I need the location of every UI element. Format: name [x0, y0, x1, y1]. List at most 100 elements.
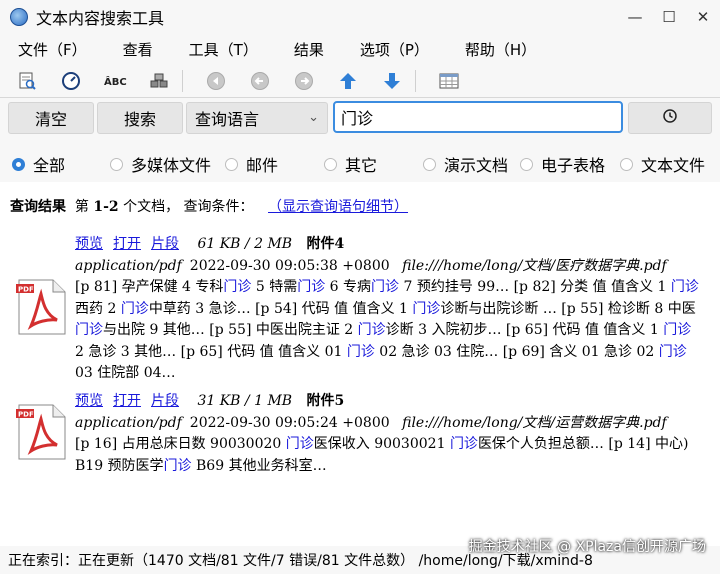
toolbar-separator [415, 69, 416, 92]
radio-icon [423, 157, 436, 171]
close-icon[interactable]: ✕ [686, 0, 720, 34]
gauge-icon[interactable] [54, 66, 88, 96]
filter-text[interactable]: 文本文件 [620, 152, 705, 176]
filter-presentation[interactable]: 演示文档 [423, 152, 508, 176]
arrow-up-icon[interactable] [331, 66, 365, 96]
snippets-link[interactable]: 片段 [151, 393, 179, 409]
radio-icon [324, 157, 337, 171]
radio-selected-icon [12, 157, 25, 171]
radio-icon [110, 157, 123, 171]
file-path: file:///home/long/文档/医疗数据字典.pdf [402, 257, 667, 274]
table-icon[interactable] [432, 66, 466, 96]
mime-type: application/pdf [75, 414, 182, 431]
modified-date: 2022-09-30 09:05:38 +0800 [189, 257, 390, 274]
menu-view[interactable]: 查看 [115, 39, 161, 60]
chevron-down-icon: ⌄ [308, 110, 319, 125]
result-links: 预览 打开 片段 61 KB / 2 MB 附件4 [75, 234, 704, 256]
highlighted-term: 门诊 [163, 457, 192, 474]
query-language-label: 查询语言 [195, 110, 260, 129]
open-link[interactable]: 打开 [113, 393, 141, 409]
file-size: 61 KB / 2 MB [197, 236, 293, 252]
previous-page-icon[interactable] [243, 66, 277, 96]
toolbar-separator [182, 69, 183, 92]
watermark: 掘金技术社区 @ XPlaza信创开源广场 [468, 539, 706, 555]
category-filters: 全部 多媒体文件 邮件 其它 演示文档 电子表格 文本文件 [0, 140, 720, 182]
menu-help[interactable]: 帮助（H） [457, 39, 544, 60]
result-meta: application/pdf 2022-09-30 09:05:38 +0800… [75, 256, 704, 278]
arrow-down-icon[interactable] [375, 66, 409, 96]
highlighted-term: 门诊 [223, 279, 252, 295]
search-button[interactable]: 搜索 [97, 102, 183, 134]
window-title: 文本内容搜索工具 [36, 9, 165, 28]
menu-tools[interactable]: 工具（T） [181, 39, 266, 60]
spellcheck-icon[interactable]: ÂBC [98, 66, 132, 96]
snippet-text: 西药 2 [75, 300, 121, 317]
highlighted-term: 门诊 [412, 300, 441, 317]
indexes-icon[interactable] [142, 66, 176, 96]
filter-other[interactable]: 其它 [324, 152, 377, 176]
snippet-text: [p 16] 占用总床日数 90030020 [75, 436, 286, 452]
results-title: 查询结果 [10, 199, 66, 215]
preview-doc-icon[interactable] [10, 66, 44, 96]
radio-icon [225, 157, 238, 171]
result-links: 预览 打开 片段 31 KB / 1 MB 附件5 [75, 391, 704, 413]
highlighted-term: 门诊 [297, 279, 326, 295]
window-controls: — ☐ ✕ [618, 0, 720, 34]
highlighted-term: 门诊 [357, 322, 386, 338]
history-button[interactable] [628, 102, 712, 134]
file-path: file:///home/long/文档/运营数据字典.pdf [402, 414, 667, 431]
document-title: 附件5 [306, 393, 345, 409]
highlighted-term: 门诊 [449, 436, 478, 452]
preview-link[interactable]: 预览 [75, 393, 103, 409]
snippets-link[interactable]: 片段 [151, 236, 179, 252]
snippet-text: 7 预约挂号 99… [p 82] 分类 值 值含义 1 [399, 279, 671, 295]
file-size: 31 KB / 1 MB [197, 393, 293, 409]
highlighted-term: 门诊 [285, 436, 314, 452]
radio-icon [620, 157, 633, 171]
menu-file[interactable]: 文件（F） [10, 39, 95, 60]
search-input[interactable] [333, 101, 623, 133]
highlighted-term: 门诊 [120, 300, 149, 317]
filter-spreadsheet[interactable]: 电子表格 [520, 152, 605, 176]
result-snippet: [p 16] 占用总床日数 90030020 门诊医保收入 90030021 门… [75, 434, 704, 477]
modified-date: 2022-09-30 09:05:24 +0800 [189, 414, 390, 431]
clear-button[interactable]: 清空 [8, 102, 94, 134]
highlighted-term: 门诊 [75, 322, 103, 338]
clock-icon [662, 108, 678, 128]
menu-options[interactable]: 选项（P） [352, 39, 437, 60]
snippet-text: 02 急诊 03 住院… [p 69] 含义 01 急诊 02 [374, 343, 659, 360]
snippet-text: 5 特需 [251, 279, 298, 295]
snippet-text: 医保收入 90030021 [313, 436, 450, 452]
highlighted-term: 门诊 [663, 322, 692, 338]
document-title: 附件4 [306, 236, 345, 252]
filter-mail[interactable]: 邮件 [225, 152, 278, 176]
query-details-link[interactable]: （显示查询语句细节） [268, 199, 408, 215]
filter-media[interactable]: 多媒体文件 [110, 152, 211, 176]
radio-icon [520, 157, 533, 171]
filter-all[interactable]: 全部 [12, 152, 65, 176]
query-language-select[interactable]: 查询语言 ⌄ [186, 102, 328, 134]
mime-type: application/pdf [75, 257, 182, 274]
svg-text:PDF: PDF [18, 286, 34, 294]
next-page-icon[interactable] [287, 66, 321, 96]
svg-text:PDF: PDF [18, 411, 34, 419]
snippet-text: [p 81] 孕产保健 4 专科 [75, 279, 224, 295]
menu-bar: 文件（F） 查看 工具（T） 结果 选项（P） 帮助（H） [0, 34, 720, 64]
preview-link[interactable]: 预览 [75, 236, 103, 252]
first-page-icon[interactable] [199, 66, 233, 96]
title-bar: 文本内容搜索工具 — ☐ ✕ [0, 0, 720, 34]
minimize-icon[interactable]: — [618, 0, 652, 34]
result-snippet: [p 81] 孕产保健 4 专科门诊 5 特需门诊 6 专病门诊 7 预约挂号 … [75, 277, 704, 385]
snippet-text: 诊断与出院诊断 … [p 55] 检诊断 8 中医 [440, 300, 696, 317]
snippet-text: 中草药 3 急诊… [p 54] 代码 值 值含义 1 [148, 300, 413, 317]
snippet-text: B69 其他业务科室… [191, 457, 327, 474]
snippet-text: 6 专病 [325, 279, 372, 295]
menu-results[interactable]: 结果 [286, 39, 332, 60]
open-link[interactable]: 打开 [113, 236, 141, 252]
results-header: 查询结果 第 1-2 个文档， 查询条件： （显示查询语句细节） [10, 199, 409, 215]
pdf-file-icon: PDF [16, 279, 66, 335]
toolbar: ÂBC [0, 64, 720, 98]
highlighted-term: 门诊 [346, 343, 375, 360]
highlighted-term: 门诊 [371, 279, 400, 295]
maximize-icon[interactable]: ☐ [652, 0, 686, 34]
